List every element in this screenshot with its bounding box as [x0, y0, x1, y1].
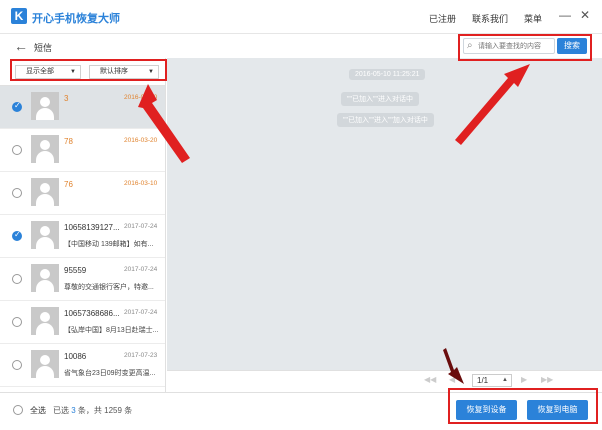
selected-prefix: 已选 — [53, 406, 69, 415]
message-list-panel: 显示全部 ▼ 默认排序 ▼ 3 2016-05-10 78 2016-03-20 76 2… — [0, 58, 166, 396]
total-count: 1259 — [104, 406, 122, 415]
search-input[interactable] — [478, 40, 552, 52]
sort-label: 默认排序 — [100, 68, 128, 75]
chevron-up-icon: ▲ — [502, 377, 508, 383]
avatar — [31, 350, 59, 378]
message-date: 2017-07-24 — [124, 223, 158, 230]
message-preview: 【中国移动 139邮箱】如有... — [64, 241, 154, 248]
selected-count: 3 — [71, 406, 76, 415]
avatar — [31, 307, 59, 335]
avatar — [31, 135, 59, 163]
list-item[interactable]: 10657368686... 2017-07-24 【弘岸中国】8月13日赴瑞士..… — [0, 301, 165, 344]
list-item[interactable]: 76 2016-03-10 — [0, 172, 165, 215]
avatar — [31, 178, 59, 206]
restore-to-device-button[interactable]: 恢复到设备 — [456, 400, 517, 420]
app-title: 开心手机恢复大师 — [32, 13, 120, 25]
titlebar-links: 已注册 联系我们 菜单 — [429, 12, 542, 25]
message-preview: 省气象台23日09时变更高温... — [64, 370, 156, 377]
chat-timestamp: 2016-05-10 11:25:21 — [349, 69, 426, 80]
message-list: 3 2016-05-10 78 2016-03-20 76 2016-03-10 10658… — [0, 86, 165, 396]
message-date: 2017-07-24 — [124, 309, 158, 316]
chevron-down-icon: ▼ — [70, 69, 76, 75]
back-arrow-icon[interactable]: ← — [14, 38, 28, 54]
page-select[interactable]: 1/1 ▲ — [472, 374, 512, 387]
title-bar: K 开心手机恢复大师 已注册 联系我们 菜单 — ✕ — [0, 0, 602, 34]
contact-name: 10657368686... — [64, 309, 120, 318]
show-filter-dropdown[interactable]: 显示全部 ▼ — [15, 65, 81, 79]
contact-name: 95559 — [64, 266, 87, 275]
search-box: ⌕ — [463, 38, 555, 54]
avatar — [31, 221, 59, 249]
close-icon[interactable]: ✕ — [578, 8, 592, 22]
list-item[interactable]: 10658139127... 2017-07-24 【中国移动 139邮箱】如有..… — [0, 215, 165, 258]
search-button[interactable]: 搜索 — [557, 38, 587, 54]
app-logo: K — [11, 8, 27, 24]
selected-mid: 条，共 — [77, 406, 102, 415]
select-radio[interactable] — [12, 145, 22, 155]
restore-to-pc-button[interactable]: 恢复到电脑 — [527, 400, 588, 420]
message-preview: 【弘岸中国】8月13日赴瑞士... — [64, 327, 159, 334]
select-radio[interactable] — [12, 101, 22, 112]
pager: ◀◀ ◀ 1/1 ▲ ▶ ▶▶ — [167, 370, 602, 390]
show-filter-label: 显示全部 — [26, 68, 54, 75]
list-item[interactable]: 10086 2017-07-23 省气象台23日09时变更高温... — [0, 344, 165, 387]
contact-link[interactable]: 联系我们 — [472, 12, 508, 25]
menu-link[interactable]: 菜单 — [524, 12, 542, 25]
chat-system-message: ""已加入""进入对话中 — [341, 92, 419, 106]
message-date: 2016-05-10 — [124, 94, 158, 101]
message-date: 2016-03-10 — [124, 180, 158, 187]
select-all-label: 全选 — [30, 406, 46, 415]
chat-system-message: ""已加入""进入""加入对话中 — [337, 113, 434, 127]
filter-bar: 显示全部 ▼ 默认排序 ▼ — [0, 58, 165, 86]
sort-dropdown[interactable]: 默认排序 ▼ — [89, 65, 159, 79]
page-value: 1/1 — [477, 376, 489, 385]
chevron-down-icon: ▼ — [148, 69, 154, 75]
select-radio[interactable] — [12, 230, 22, 241]
prev-page-button[interactable]: ◀ — [449, 375, 455, 384]
selection-count: 已选 3 条，共 1259 条 — [53, 405, 132, 416]
registered-link[interactable]: 已注册 — [429, 12, 456, 25]
message-date: 2017-07-23 — [124, 352, 158, 359]
avatar — [31, 92, 59, 120]
contact-name: 76 — [64, 180, 73, 189]
message-date: 2016-03-20 — [124, 137, 158, 144]
footer-bar: 全选 已选 3 条，共 1259 条 恢复到设备 恢复到电脑 — [0, 392, 602, 430]
select-radio[interactable] — [12, 188, 22, 198]
contact-name: 78 — [64, 137, 73, 146]
list-item[interactable]: 3 2016-05-10 — [0, 86, 165, 129]
minimize-icon[interactable]: — — [558, 8, 572, 22]
search-icon: ⌕ — [467, 40, 473, 51]
list-item[interactable]: 78 2016-03-20 — [0, 129, 165, 172]
select-radio[interactable] — [12, 274, 22, 284]
last-page-button[interactable]: ▶▶ — [541, 375, 553, 384]
select-radio[interactable] — [12, 360, 22, 370]
total-suffix: 条 — [124, 406, 133, 415]
select-all-radio[interactable] — [13, 405, 23, 415]
conversation-panel: 2016-05-10 11:25:21 ""已加入""进入对话中 ""已加入""… — [167, 58, 602, 370]
contact-name: 10658139127... — [64, 223, 120, 232]
select-radio[interactable] — [12, 317, 22, 327]
next-page-button[interactable]: ▶ — [521, 375, 527, 384]
message-preview: 尊敬的交通银行客户，特邀... — [64, 284, 154, 291]
contact-name: 3 — [64, 94, 69, 103]
contact-name: 10086 — [64, 352, 87, 361]
message-date: 2017-07-24 — [124, 266, 158, 273]
page-title: 短信 — [34, 43, 53, 53]
list-item[interactable]: 95559 2017-07-24 尊敬的交通银行客户，特邀... — [0, 258, 165, 301]
avatar — [31, 264, 59, 292]
first-page-button[interactable]: ◀◀ — [424, 375, 436, 384]
